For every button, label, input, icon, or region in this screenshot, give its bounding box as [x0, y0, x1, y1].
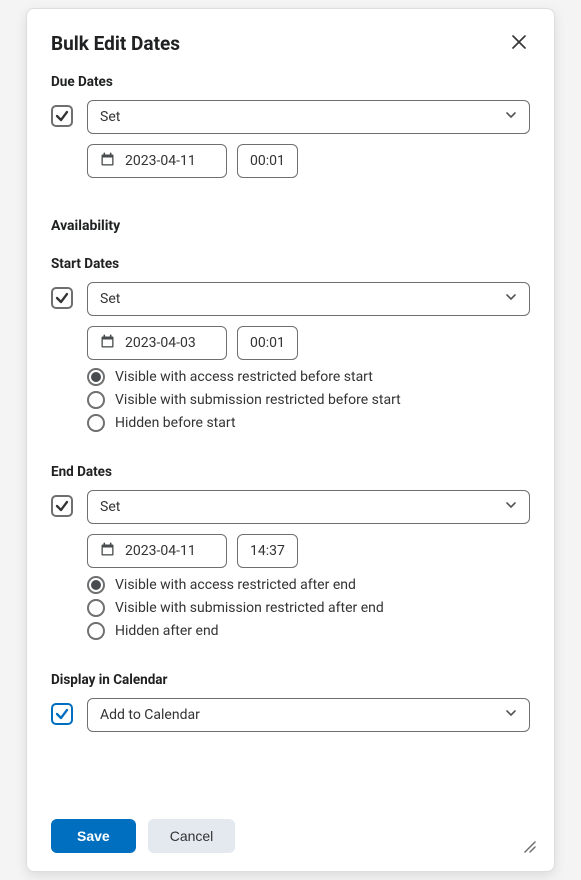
close-button[interactable]: [508, 31, 530, 56]
start-time-input[interactable]: 00:01: [237, 326, 298, 360]
start-radio-label-2: Hidden before start: [115, 415, 236, 431]
end-date-input[interactable]: 2023-04-11: [87, 534, 227, 568]
due-dates-label: Due Dates: [51, 74, 530, 90]
resize-handle[interactable]: [522, 838, 536, 857]
calendar-section: Display in Calendar Add to Calendar: [51, 668, 530, 732]
modal-title: Bulk Edit Dates: [51, 32, 180, 55]
bulk-edit-dates-modal: Bulk Edit Dates Due Dates Set: [26, 8, 555, 872]
start-dates-action-select[interactable]: Set: [87, 282, 530, 316]
modal-footer: Save Cancel: [51, 799, 530, 853]
start-radio-access-restricted[interactable]: Visible with access restricted before st…: [87, 368, 530, 386]
start-radio-hidden[interactable]: Hidden before start: [87, 414, 530, 432]
end-time-value: 14:37: [250, 543, 285, 559]
due-date-input[interactable]: 2023-04-11: [87, 144, 227, 178]
due-dates-section: Due Dates Set 2023-04-11: [51, 70, 530, 178]
due-dates-action-select[interactable]: Set: [87, 100, 530, 134]
modal-header: Bulk Edit Dates: [51, 31, 530, 56]
start-dates-checkbox[interactable]: [51, 287, 73, 309]
radio-icon: [87, 391, 105, 409]
end-radio-submission-restricted[interactable]: Visible with submission restricted after…: [87, 599, 530, 617]
end-dates-label: End Dates: [51, 464, 530, 480]
start-radio-submission-restricted[interactable]: Visible with submission restricted befor…: [87, 391, 530, 409]
save-button[interactable]: Save: [51, 819, 136, 853]
end-date-value: 2023-04-11: [125, 543, 196, 559]
end-dates-radio-group: Visible with access restricted after end…: [87, 576, 530, 640]
due-dates-checkbox[interactable]: [51, 105, 73, 127]
calendar-action-select[interactable]: Add to Calendar: [87, 698, 530, 732]
radio-icon: [87, 368, 105, 386]
radio-icon: [87, 622, 105, 640]
start-dates-section: Start Dates Set 2023-04-03: [51, 252, 530, 432]
close-icon: [512, 35, 526, 52]
due-time-input[interactable]: 00:01: [237, 144, 298, 178]
cancel-button[interactable]: Cancel: [148, 819, 236, 853]
start-dates-label: Start Dates: [51, 256, 530, 272]
chevron-down-icon: [505, 499, 517, 515]
end-radio-label-1: Visible with submission restricted after…: [115, 600, 384, 616]
due-time-value: 00:01: [250, 153, 285, 169]
radio-icon: [87, 599, 105, 617]
end-dates-section: End Dates Set 2023-04-11: [51, 460, 530, 640]
radio-icon: [87, 414, 105, 432]
start-dates-radio-group: Visible with access restricted before st…: [87, 368, 530, 432]
start-radio-label-1: Visible with submission restricted befor…: [115, 392, 401, 408]
end-radio-label-2: Hidden after end: [115, 623, 219, 639]
end-time-input[interactable]: 14:37: [237, 534, 298, 568]
end-radio-label-0: Visible with access restricted after end: [115, 577, 356, 593]
availability-header: Availability: [51, 218, 530, 234]
start-date-value: 2023-04-03: [125, 335, 196, 351]
start-dates-action-value: Set: [100, 291, 120, 307]
due-dates-action-value: Set: [100, 109, 120, 125]
chevron-down-icon: [505, 707, 517, 723]
due-date-value: 2023-04-11: [125, 153, 196, 169]
start-radio-label-0: Visible with access restricted before st…: [115, 369, 373, 385]
end-dates-action-value: Set: [100, 499, 120, 515]
end-radio-access-restricted[interactable]: Visible with access restricted after end: [87, 576, 530, 594]
calendar-label: Display in Calendar: [51, 672, 530, 688]
end-radio-hidden[interactable]: Hidden after end: [87, 622, 530, 640]
chevron-down-icon: [505, 291, 517, 307]
calendar-checkbox[interactable]: [51, 703, 73, 725]
start-time-value: 00:01: [250, 335, 285, 351]
calendar-icon: [100, 542, 115, 561]
chevron-down-icon: [505, 109, 517, 125]
end-dates-action-select[interactable]: Set: [87, 490, 530, 524]
calendar-icon: [100, 152, 115, 171]
start-date-input[interactable]: 2023-04-03: [87, 326, 227, 360]
calendar-icon: [100, 334, 115, 353]
radio-icon: [87, 576, 105, 594]
end-dates-checkbox[interactable]: [51, 495, 73, 517]
calendar-action-value: Add to Calendar: [100, 707, 200, 723]
